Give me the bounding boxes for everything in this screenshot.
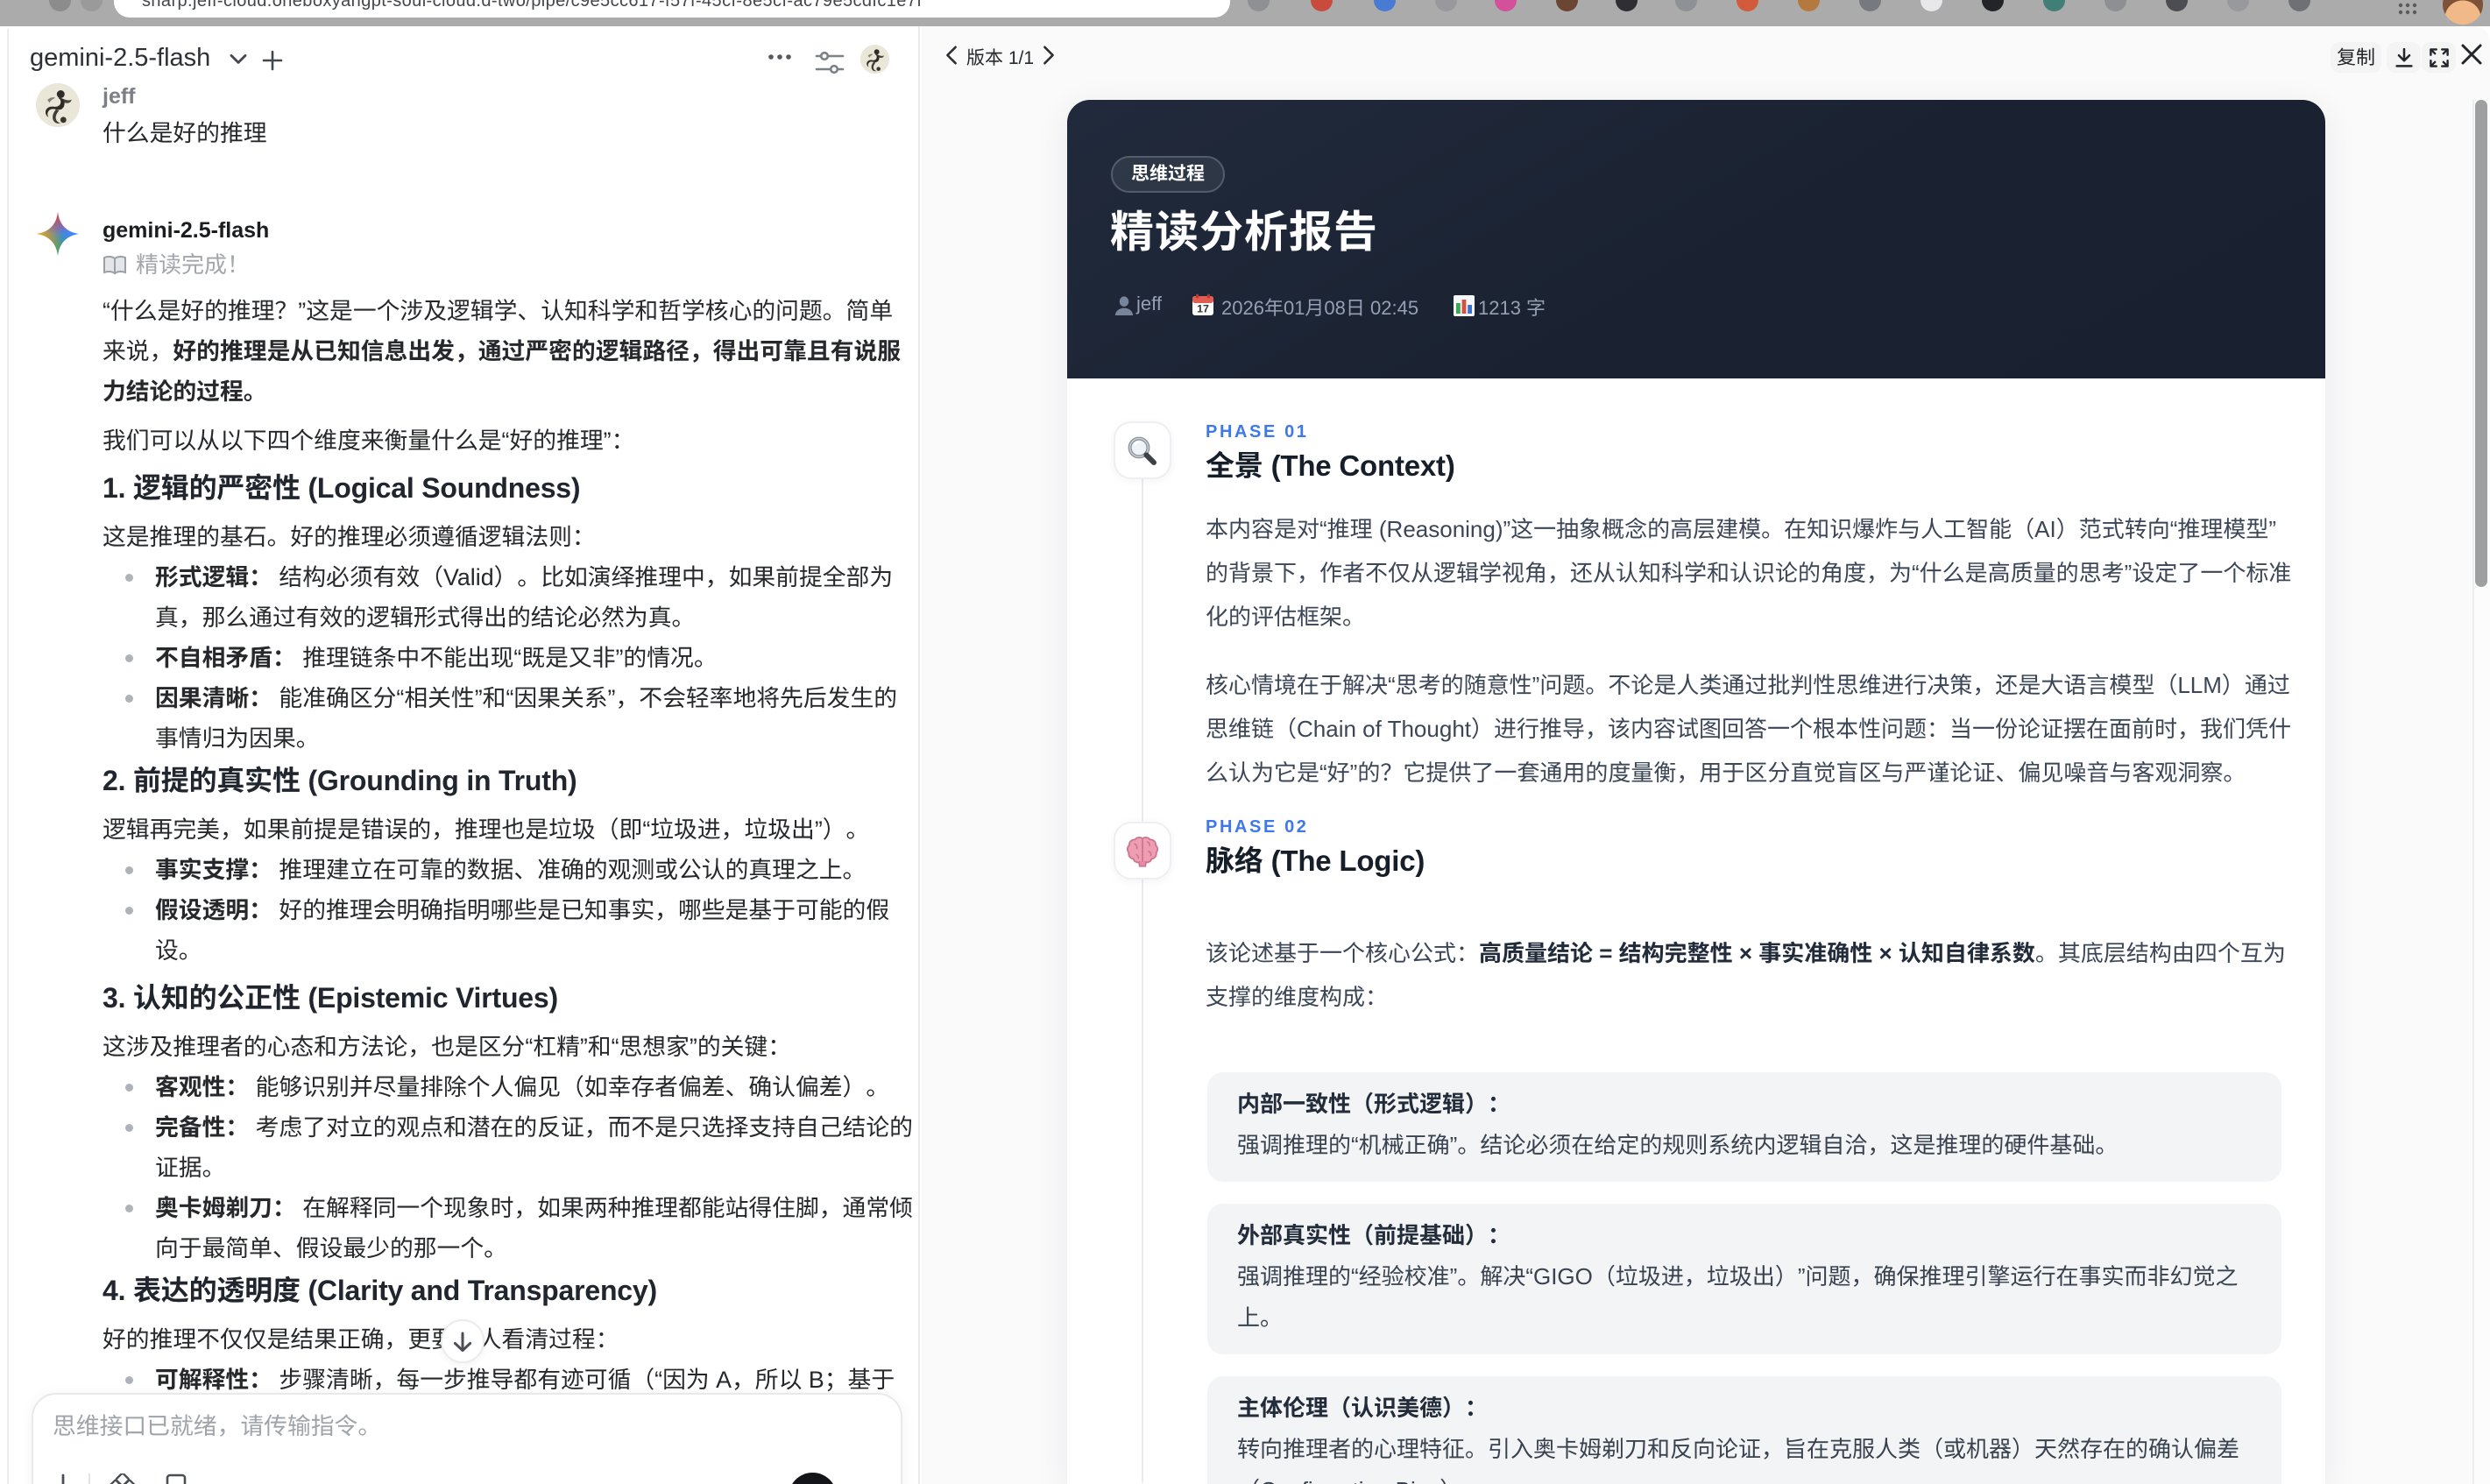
svg-text:17: 17 <box>1197 303 1209 315</box>
